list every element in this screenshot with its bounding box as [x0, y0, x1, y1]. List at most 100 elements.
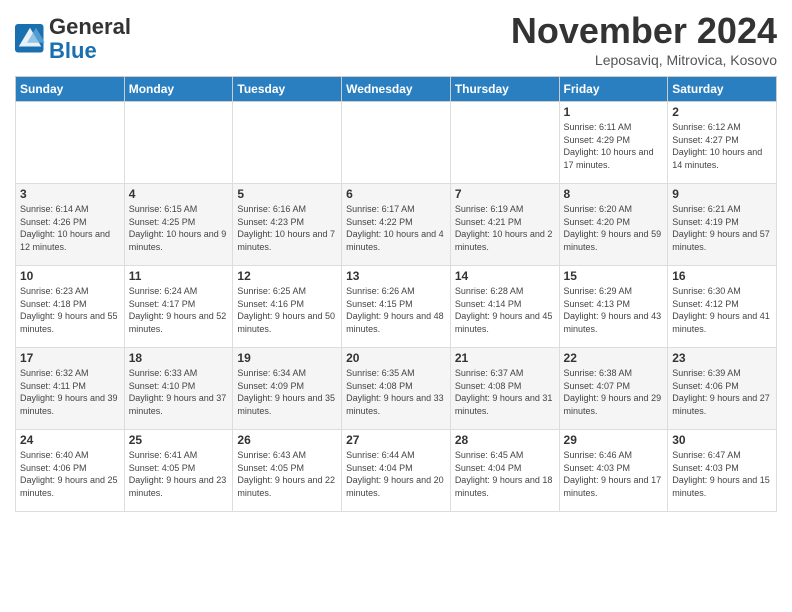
- logo: General Blue: [15, 15, 131, 63]
- day-info: Sunrise: 6:16 AM Sunset: 4:23 PM Dayligh…: [237, 203, 337, 253]
- calendar-cell: 6 Sunrise: 6:17 AM Sunset: 4:22 PM Daylig…: [342, 184, 451, 266]
- col-thursday: Thursday: [450, 77, 559, 102]
- calendar-cell: 2 Sunrise: 6:12 AM Sunset: 4:27 PM Daylig…: [668, 102, 777, 184]
- day-info: Sunrise: 6:15 AM Sunset: 4:25 PM Dayligh…: [129, 203, 229, 253]
- calendar-cell: [450, 102, 559, 184]
- day-number: 30: [672, 433, 772, 447]
- calendar-week-5: 24 Sunrise: 6:40 AM Sunset: 4:06 PM Dayli…: [16, 430, 777, 512]
- calendar-cell: 10 Sunrise: 6:23 AM Sunset: 4:18 PM Dayli…: [16, 266, 125, 348]
- day-number: 16: [672, 269, 772, 283]
- calendar-cell: 25Sunrise: 6:41 AM Sunset: 4:05 PM Dayli…: [124, 430, 233, 512]
- calendar-cell: [233, 102, 342, 184]
- day-info: Sunrise: 6:29 AM Sunset: 4:13 PM Dayligh…: [564, 285, 664, 335]
- day-info: Sunrise: 6:12 AM Sunset: 4:27 PM Dayligh…: [672, 121, 772, 171]
- calendar-cell: 11 Sunrise: 6:24 AM Sunset: 4:17 PM Dayli…: [124, 266, 233, 348]
- calendar-cell: 27 Sunrise: 6:44 AM Sunset: 4:04 PM Dayli…: [342, 430, 451, 512]
- day-number: 28: [455, 433, 555, 447]
- location: Leposaviq, Mitrovica, Kosovo: [511, 52, 777, 68]
- logo-blue: Blue: [49, 38, 97, 63]
- calendar-cell: 20 Sunrise: 6:35 AM Sunset: 4:08 PM Dayli…: [342, 348, 451, 430]
- day-number: 27: [346, 433, 446, 447]
- day-number: 19: [237, 351, 337, 365]
- page-container: General Blue November 2024 Leposaviq, Mi…: [0, 0, 792, 522]
- day-number: 7: [455, 187, 555, 201]
- calendar-cell: 24 Sunrise: 6:40 AM Sunset: 4:06 PM Dayli…: [16, 430, 125, 512]
- day-info: Sunrise: 6:43 AM Sunset: 4:05 PM Dayligh…: [237, 449, 337, 499]
- calendar-cell: 8 Sunrise: 6:20 AM Sunset: 4:20 PM Daylig…: [559, 184, 668, 266]
- logo-text: General Blue: [49, 15, 131, 63]
- calendar-cell: 30Sunrise: 6:47 AM Sunset: 4:03 PM Dayli…: [668, 430, 777, 512]
- day-info: Sunrise: 6:41 AM Sunset: 4:05 PM Dayligh…: [129, 449, 229, 499]
- header-row: Sunday Monday Tuesday Wednesday Thursday…: [16, 77, 777, 102]
- title-block: November 2024 Leposaviq, Mitrovica, Koso…: [511, 10, 777, 68]
- calendar-cell: 22 Sunrise: 6:38 AM Sunset: 4:07 PM Dayli…: [559, 348, 668, 430]
- day-number: 24: [20, 433, 120, 447]
- day-info: Sunrise: 6:24 AM Sunset: 4:17 PM Dayligh…: [129, 285, 229, 335]
- day-number: 14: [455, 269, 555, 283]
- calendar-cell: 14 Sunrise: 6:28 AM Sunset: 4:14 PM Dayli…: [450, 266, 559, 348]
- day-number: 17: [20, 351, 120, 365]
- calendar-week-1: 1Sunrise: 6:11 AM Sunset: 4:29 PM Daylig…: [16, 102, 777, 184]
- calendar-cell: [124, 102, 233, 184]
- day-number: 18: [129, 351, 229, 365]
- col-friday: Friday: [559, 77, 668, 102]
- calendar-cell: 3 Sunrise: 6:14 AM Sunset: 4:26 PM Daylig…: [16, 184, 125, 266]
- calendar-table: Sunday Monday Tuesday Wednesday Thursday…: [15, 76, 777, 512]
- col-wednesday: Wednesday: [342, 77, 451, 102]
- day-number: 26: [237, 433, 337, 447]
- day-info: Sunrise: 6:17 AM Sunset: 4:22 PM Dayligh…: [346, 203, 446, 253]
- calendar-cell: [342, 102, 451, 184]
- day-info: Sunrise: 6:45 AM Sunset: 4:04 PM Dayligh…: [455, 449, 555, 499]
- calendar-week-4: 17Sunrise: 6:32 AM Sunset: 4:11 PM Dayli…: [16, 348, 777, 430]
- day-number: 11: [129, 269, 229, 283]
- day-info: Sunrise: 6:39 AM Sunset: 4:06 PM Dayligh…: [672, 367, 772, 417]
- calendar-cell: 13Sunrise: 6:26 AM Sunset: 4:15 PM Dayli…: [342, 266, 451, 348]
- calendar-cell: 16Sunrise: 6:30 AM Sunset: 4:12 PM Dayli…: [668, 266, 777, 348]
- day-number: 9: [672, 187, 772, 201]
- day-number: 10: [20, 269, 120, 283]
- calendar-cell: 29Sunrise: 6:46 AM Sunset: 4:03 PM Dayli…: [559, 430, 668, 512]
- day-number: 20: [346, 351, 446, 365]
- day-info: Sunrise: 6:40 AM Sunset: 4:06 PM Dayligh…: [20, 449, 120, 499]
- calendar-cell: 26 Sunrise: 6:43 AM Sunset: 4:05 PM Dayli…: [233, 430, 342, 512]
- day-number: 12: [237, 269, 337, 283]
- day-info: Sunrise: 6:33 AM Sunset: 4:10 PM Dayligh…: [129, 367, 229, 417]
- day-info: Sunrise: 6:44 AM Sunset: 4:04 PM Dayligh…: [346, 449, 446, 499]
- day-number: 22: [564, 351, 664, 365]
- day-info: Sunrise: 6:37 AM Sunset: 4:08 PM Dayligh…: [455, 367, 555, 417]
- day-info: Sunrise: 6:28 AM Sunset: 4:14 PM Dayligh…: [455, 285, 555, 335]
- day-info: Sunrise: 6:21 AM Sunset: 4:19 PM Dayligh…: [672, 203, 772, 253]
- col-saturday: Saturday: [668, 77, 777, 102]
- day-info: Sunrise: 6:23 AM Sunset: 4:18 PM Dayligh…: [20, 285, 120, 335]
- col-sunday: Sunday: [16, 77, 125, 102]
- calendar-week-3: 10 Sunrise: 6:23 AM Sunset: 4:18 PM Dayli…: [16, 266, 777, 348]
- calendar-cell: 12 Sunrise: 6:25 AM Sunset: 4:16 PM Dayli…: [233, 266, 342, 348]
- logo-general: General: [49, 14, 131, 39]
- day-number: 3: [20, 187, 120, 201]
- day-number: 21: [455, 351, 555, 365]
- day-number: 8: [564, 187, 664, 201]
- calendar-cell: 21 Sunrise: 6:37 AM Sunset: 4:08 PM Dayli…: [450, 348, 559, 430]
- calendar-cell: 17Sunrise: 6:32 AM Sunset: 4:11 PM Dayli…: [16, 348, 125, 430]
- day-info: Sunrise: 6:14 AM Sunset: 4:26 PM Dayligh…: [20, 203, 120, 253]
- day-info: Sunrise: 6:26 AM Sunset: 4:15 PM Dayligh…: [346, 285, 446, 335]
- day-info: Sunrise: 6:19 AM Sunset: 4:21 PM Dayligh…: [455, 203, 555, 253]
- day-info: Sunrise: 6:35 AM Sunset: 4:08 PM Dayligh…: [346, 367, 446, 417]
- day-number: 4: [129, 187, 229, 201]
- day-info: Sunrise: 6:20 AM Sunset: 4:20 PM Dayligh…: [564, 203, 664, 253]
- day-number: 29: [564, 433, 664, 447]
- col-monday: Monday: [124, 77, 233, 102]
- day-number: 6: [346, 187, 446, 201]
- logo-icon: [15, 24, 45, 54]
- calendar-cell: 15Sunrise: 6:29 AM Sunset: 4:13 PM Dayli…: [559, 266, 668, 348]
- day-number: 5: [237, 187, 337, 201]
- day-info: Sunrise: 6:25 AM Sunset: 4:16 PM Dayligh…: [237, 285, 337, 335]
- calendar-cell: 28 Sunrise: 6:45 AM Sunset: 4:04 PM Dayli…: [450, 430, 559, 512]
- day-info: Sunrise: 6:11 AM Sunset: 4:29 PM Dayligh…: [564, 121, 664, 171]
- day-number: 2: [672, 105, 772, 119]
- calendar-week-2: 3 Sunrise: 6:14 AM Sunset: 4:26 PM Daylig…: [16, 184, 777, 266]
- day-number: 23: [672, 351, 772, 365]
- calendar-cell: 19Sunrise: 6:34 AM Sunset: 4:09 PM Dayli…: [233, 348, 342, 430]
- calendar-cell: 1Sunrise: 6:11 AM Sunset: 4:29 PM Daylig…: [559, 102, 668, 184]
- day-info: Sunrise: 6:38 AM Sunset: 4:07 PM Dayligh…: [564, 367, 664, 417]
